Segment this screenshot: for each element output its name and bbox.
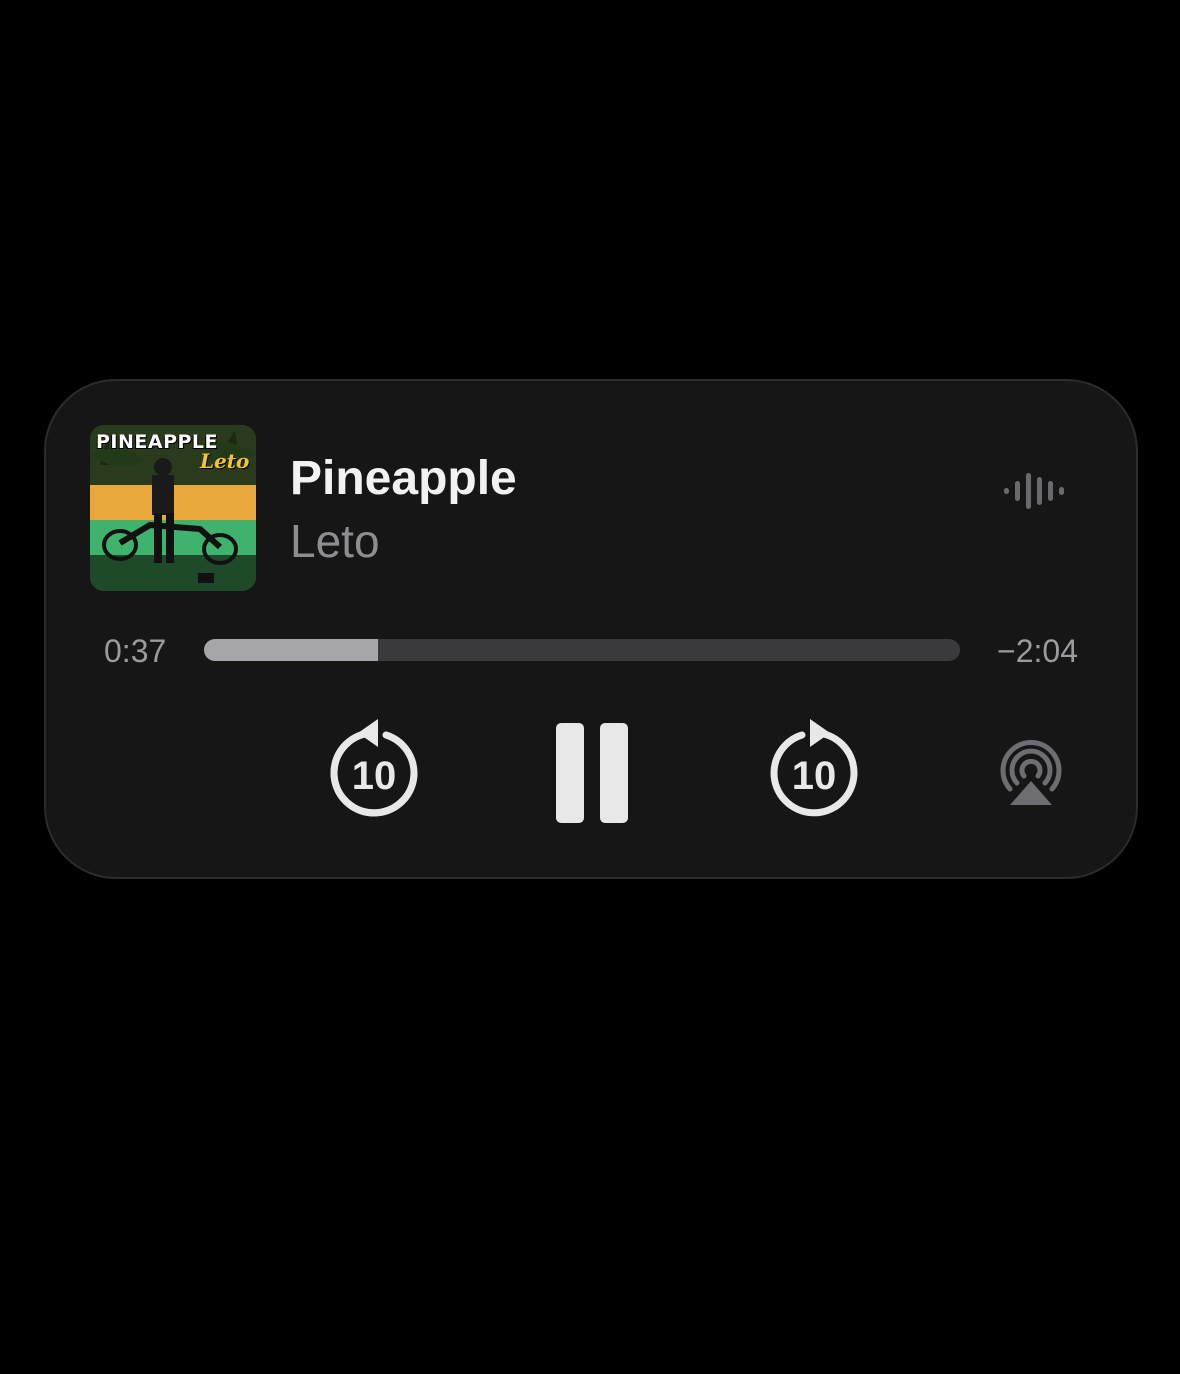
progress-fill: [204, 639, 378, 661]
elapsed-time: 0:37: [104, 633, 167, 669]
artwork-artist-text: Leto: [200, 449, 250, 473]
track-artist: Leto: [290, 515, 380, 567]
skip-forward-10-button[interactable]: 10: [764, 715, 864, 821]
airplay-audio-icon: [1000, 739, 1062, 805]
progress-scrubber[interactable]: [204, 639, 960, 661]
skip-back-label: 10: [352, 754, 397, 798]
track-title: Pineapple: [290, 452, 517, 505]
skip-forward-label: 10: [792, 754, 837, 798]
pause-button[interactable]: [552, 721, 632, 825]
waveform-icon: [1002, 471, 1068, 511]
airplay-button[interactable]: [996, 739, 1066, 809]
now-playing-widget: PINEAPPLE Leto Pineapple Leto 0:37 −2:04…: [44, 379, 1138, 879]
goforward-10-icon: 10: [770, 719, 858, 817]
pause-icon: [556, 723, 628, 823]
skip-back-10-button[interactable]: 10: [324, 715, 424, 821]
remaining-time: −2:04: [997, 633, 1078, 669]
album-artwork[interactable]: PINEAPPLE Leto: [90, 425, 256, 591]
gobackward-10-icon: 10: [330, 719, 418, 817]
